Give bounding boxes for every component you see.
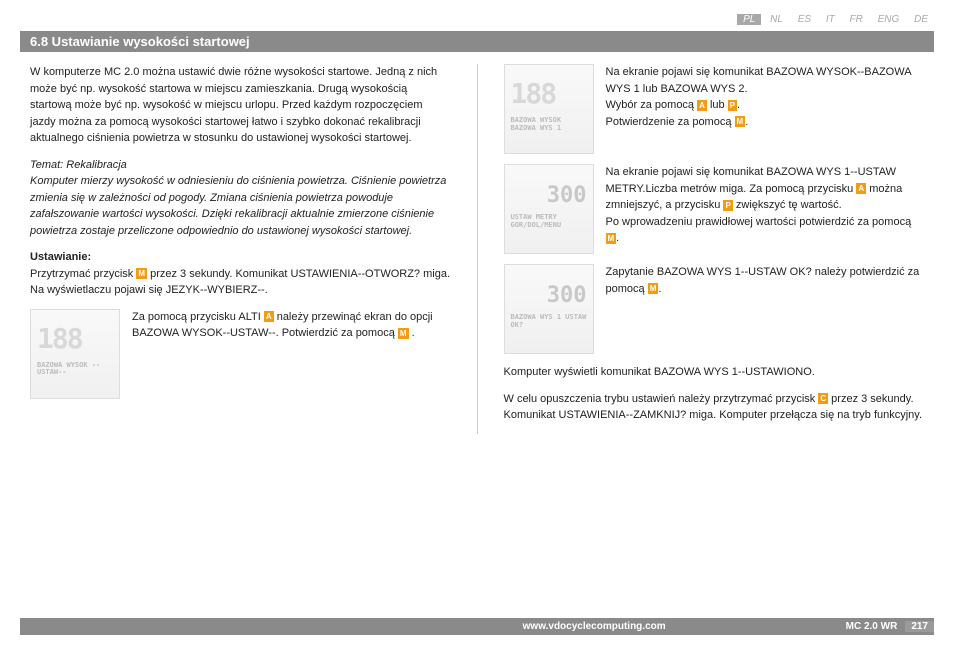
confirm-para: Komputer wyświetli komunikat BAZOWA WYS … [504, 364, 925, 381]
r3b: . [658, 283, 661, 295]
setting-para: Ustawianie: Przytrzymać przycisk M przez… [30, 249, 451, 299]
left-column: W komputerze MC 2.0 można ustawić dwie r… [30, 64, 451, 434]
thumbr3-label: BAZOWA WYS 1 USTAW OK? [511, 314, 587, 329]
r1d: . [737, 99, 740, 111]
footer-url: www.vdocyclecomputing.com [20, 621, 846, 632]
screen-thumb-r3: 300 BAZOWA WYS 1 USTAW OK? [504, 264, 594, 354]
step-row-r1: 188BAZOWA WYSOK BAZOWA WYS 1 Na ekranie … [504, 64, 925, 154]
lang-fr[interactable]: FR [844, 14, 869, 25]
t4c: . [409, 327, 415, 339]
lang-eng[interactable]: ENG [872, 14, 906, 25]
thumbr1-label: BAZOWA WYSOK BAZOWA WYS 1 [511, 117, 587, 132]
intro-para: W komputerze MC 2.0 można ustawić dwie r… [30, 64, 451, 147]
step-row-r2: 300 USTAW METRY GOR/DOL/MENU Na ekranie p… [504, 164, 925, 254]
m-button-icon: M [136, 268, 147, 279]
lang-es[interactable]: ES [792, 14, 817, 25]
r2d: Po wprowadzeniu prawidłowej wartości pot… [606, 216, 912, 228]
r1b: Wybór za pomocą [606, 99, 698, 111]
r1e: Potwierdzenie za pomocą [606, 116, 735, 128]
thumb1-label: BAZOWA WYSOK --USTAW-- [37, 362, 113, 377]
column-divider [477, 64, 478, 434]
m-button-icon: M [735, 116, 746, 127]
recal-para: Temat: Rekalibracja Komputer mierzy wyso… [30, 157, 451, 240]
c-button-icon: C [818, 393, 828, 404]
manual-page: PL NL ES IT FR ENG DE 6.8 Ustawianie wys… [0, 0, 954, 645]
p-button-icon: P [723, 200, 732, 211]
screen-thumb-r1: 188BAZOWA WYSOK BAZOWA WYS 1 [504, 64, 594, 154]
r2c: zwiększyć tę wartość. [733, 199, 842, 211]
step-row-r3: 300 BAZOWA WYS 1 USTAW OK? Zapytanie BAZO… [504, 264, 925, 354]
thumbr2-num: 300 [511, 179, 587, 212]
step-text-1: Za pomocą przycisku ALTI A należy przewi… [132, 309, 451, 342]
content-columns: W komputerze MC 2.0 można ustawić dwie r… [20, 52, 934, 434]
r1c: lub [707, 99, 728, 111]
screen-thumb-1: 188BAZOWA WYSOK --USTAW-- [30, 309, 120, 399]
t4a: Za pomocą przycisku ALTI [132, 311, 264, 323]
section-header: 6.8 Ustawianie wysokości startowej [20, 31, 934, 52]
step-text-r2: Na ekranie pojawi się komunikat BAZOWA W… [606, 164, 925, 247]
a-button-icon: A [697, 100, 707, 111]
setting-a: Przytrzymać przycisk [30, 268, 136, 280]
recal-body: Komputer mierzy wysokość w odniesieniu d… [30, 175, 446, 237]
m-button-icon: M [606, 233, 617, 244]
exit-para: W celu opuszczenia trybu ustawień należy… [504, 391, 925, 424]
footer-pagenum: 217 [905, 621, 934, 632]
step-text-r1: Na ekranie pojawi się komunikat BAZOWA W… [606, 64, 925, 130]
r1a: Na ekranie pojawi się komunikat BAZOWA W… [606, 66, 911, 95]
p-button-icon: P [728, 100, 737, 111]
m-button-icon: M [398, 328, 409, 339]
a-button-icon: A [856, 183, 866, 194]
language-selector: PL NL ES IT FR ENG DE [20, 10, 934, 29]
footer-model: MC 2.0 WR [846, 621, 906, 632]
recal-title: Temat: Rekalibracja [30, 159, 127, 171]
a-button-icon: A [264, 311, 274, 322]
right-column: 188BAZOWA WYSOK BAZOWA WYS 1 Na ekranie … [504, 64, 925, 434]
page-footer: www.vdocyclecomputing.com MC 2.0 WR 217 [20, 618, 934, 635]
p5a: W celu opuszczenia trybu ustawień należy… [504, 393, 819, 405]
setting-title: Ustawianie: [30, 251, 91, 263]
lang-de[interactable]: DE [908, 14, 934, 25]
screen-thumb-r2: 300 USTAW METRY GOR/DOL/MENU [504, 164, 594, 254]
lang-nl[interactable]: NL [764, 14, 789, 25]
step-row-1: 188BAZOWA WYSOK --USTAW-- Za pomocą przy… [30, 309, 451, 399]
thumbr3-num: 300 [511, 279, 587, 312]
step-text-r3: Zapytanie BAZOWA WYS 1--USTAW OK? należy… [606, 264, 925, 297]
m-button-icon: M [648, 283, 659, 294]
r2e: . [616, 232, 619, 244]
lang-pl[interactable]: PL [737, 14, 761, 25]
r2a: Na ekranie pojawi się komunikat BAZOWA W… [606, 166, 897, 195]
thumbr2-label: USTAW METRY GOR/DOL/MENU [511, 214, 587, 229]
r1f: . [745, 116, 748, 128]
lang-it[interactable]: IT [820, 14, 841, 25]
